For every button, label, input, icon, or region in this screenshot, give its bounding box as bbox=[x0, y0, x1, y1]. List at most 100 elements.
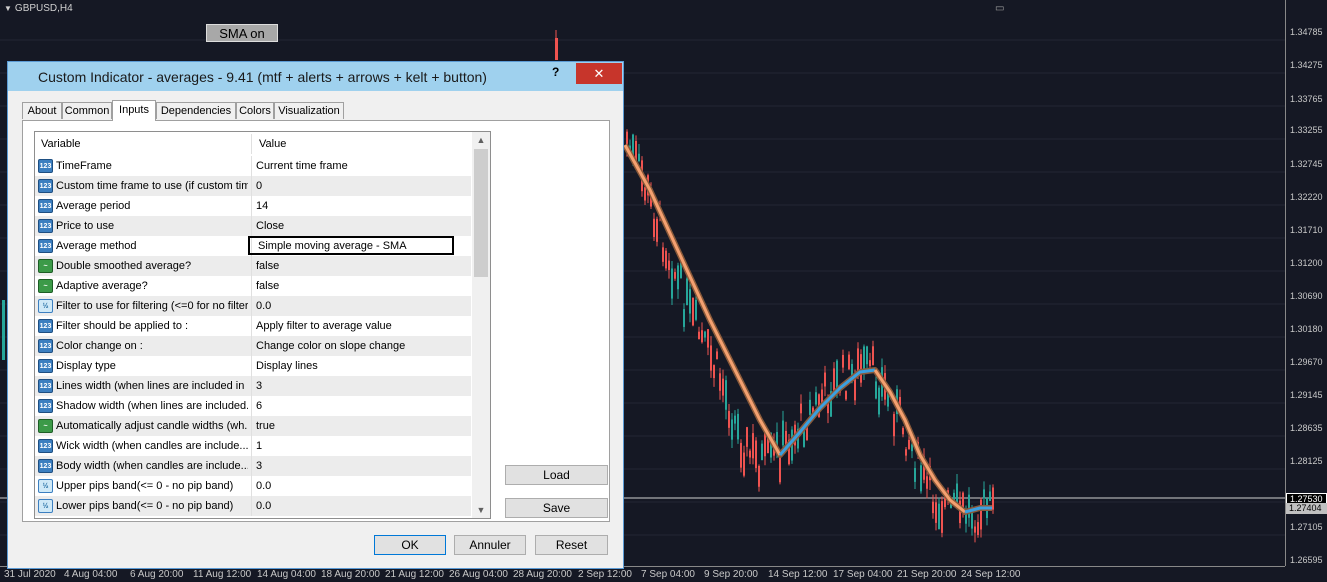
candle-body bbox=[875, 381, 877, 399]
tab-inputs[interactable]: Inputs bbox=[112, 100, 156, 121]
column-separator bbox=[251, 216, 252, 236]
int-type-icon: 123 bbox=[38, 219, 53, 233]
tab-visualization[interactable]: Visualization bbox=[274, 102, 344, 119]
time-tick-label: 21 Sep 20:00 bbox=[897, 569, 957, 580]
variable-name: Color change on : bbox=[56, 340, 143, 352]
input-row[interactable]: 123 Average period 14 bbox=[35, 196, 471, 216]
grid-scrollbar[interactable]: ▲ ▼ bbox=[472, 132, 490, 518]
candle-body bbox=[743, 452, 745, 476]
time-tick-label: 14 Sep 12:00 bbox=[768, 569, 828, 580]
candle-body bbox=[677, 265, 679, 290]
variable-value[interactable]: Display lines bbox=[256, 360, 318, 372]
scroll-up-icon[interactable]: ▲ bbox=[472, 132, 490, 148]
variable-value[interactable]: 0.0 bbox=[256, 480, 271, 492]
variable-value[interactable]: 0.0 bbox=[256, 300, 271, 312]
input-row[interactable]: ½ Upper pips band(<= 0 - no pip band) 0.0 bbox=[35, 476, 471, 496]
candle-body bbox=[845, 391, 847, 400]
int-type-icon: 123 bbox=[38, 399, 53, 413]
variable-value[interactable]: Current time frame bbox=[256, 160, 348, 172]
variable-value[interactable]: true bbox=[256, 420, 275, 432]
variable-name: Upper pips band(<= 0 - no pip band) bbox=[56, 480, 234, 492]
input-row[interactable]: ~ Automatically adjust candle widths (wh.… bbox=[35, 416, 471, 436]
help-icon[interactable]: ? bbox=[552, 65, 559, 79]
variable-value[interactable]: 3 bbox=[256, 380, 262, 392]
input-row[interactable]: ~ Adaptive average? false bbox=[35, 276, 471, 296]
candle-body bbox=[971, 512, 973, 529]
inputs-grid: Variable Value 123 TimeFrame Current time … bbox=[34, 131, 491, 519]
input-row[interactable]: 123 Price to use Close bbox=[35, 216, 471, 236]
reset-button[interactable]: Reset bbox=[535, 535, 608, 555]
candle-body bbox=[746, 427, 748, 447]
column-header-variable[interactable]: Variable bbox=[41, 138, 81, 150]
column-header-value[interactable]: Value bbox=[259, 138, 286, 150]
input-row[interactable]: 123 Filter should be applied to : Apply fi… bbox=[35, 316, 471, 336]
input-row[interactable]: 123 Custom time frame to use (if custom t… bbox=[35, 176, 471, 196]
variable-name: Price to use bbox=[56, 220, 115, 232]
input-row[interactable]: 123 Body width (when candles are include.… bbox=[35, 456, 471, 476]
variable-name: Filter should be applied to : bbox=[56, 320, 189, 332]
variable-value[interactable]: 6 bbox=[256, 400, 262, 412]
int-type-icon: 123 bbox=[38, 439, 53, 453]
candle-body bbox=[2, 300, 5, 360]
candle-body bbox=[725, 380, 727, 410]
candle-body bbox=[989, 491, 991, 501]
input-row[interactable]: 123 Average method Simple moving average -… bbox=[35, 236, 471, 256]
variable-value[interactable]: false bbox=[256, 280, 279, 292]
variable-name: Custom time frame to use (if custom tim.… bbox=[56, 180, 248, 192]
tab-dependencies[interactable]: Dependencies bbox=[156, 102, 236, 119]
cancel-button[interactable]: Annuler bbox=[454, 535, 526, 555]
variable-value[interactable]: Close bbox=[256, 220, 284, 232]
save-button[interactable]: Save bbox=[505, 498, 608, 518]
dialog-titlebar[interactable]: Custom Indicator - averages - 9.41 (mtf … bbox=[8, 62, 623, 91]
input-row[interactable]: 123 Color change on : Change color on slop… bbox=[35, 336, 471, 356]
candle-body bbox=[878, 387, 880, 415]
int-type-icon: 123 bbox=[38, 379, 53, 393]
close-button[interactable]: ✕ bbox=[576, 63, 622, 84]
candle-body bbox=[869, 360, 871, 367]
candle-body bbox=[902, 428, 904, 435]
input-row[interactable]: ½ Lower pips band(<= 0 - no pip band) 0.0 bbox=[35, 496, 471, 516]
tab-common[interactable]: Common bbox=[62, 102, 112, 119]
tab-colors[interactable]: Colors bbox=[236, 102, 274, 119]
input-row[interactable]: 123 Lines width (when lines are included … bbox=[35, 376, 471, 396]
input-row[interactable]: ½ Filter to use for filtering (<=0 for no… bbox=[35, 296, 471, 316]
load-button[interactable]: Load bbox=[505, 465, 608, 485]
time-tick-label: 21 Aug 12:00 bbox=[385, 569, 444, 580]
candle-body bbox=[722, 378, 724, 396]
price-tick-label: 1.31200 bbox=[1290, 258, 1323, 268]
input-row[interactable]: 123 Wick width (when candles are include.… bbox=[35, 436, 471, 456]
price-tick-label: 1.32220 bbox=[1290, 192, 1323, 202]
variable-value[interactable]: 0 bbox=[256, 180, 262, 192]
variable-value[interactable]: false bbox=[256, 260, 279, 272]
sma-toggle-button[interactable]: SMA on bbox=[206, 24, 278, 42]
column-separator bbox=[251, 396, 252, 416]
input-row[interactable]: 123 Shadow width (when lines are included… bbox=[35, 396, 471, 416]
input-row[interactable]: ~ Double smoothed average? false bbox=[35, 256, 471, 276]
variable-value[interactable]: 1 bbox=[256, 440, 262, 452]
candle-body bbox=[941, 501, 943, 533]
scrollbar-thumb[interactable] bbox=[474, 149, 488, 277]
column-separator bbox=[251, 456, 252, 476]
input-row[interactable]: 123 Display type Display lines bbox=[35, 356, 471, 376]
variable-value[interactable]: Change color on slope change bbox=[256, 340, 405, 352]
input-row[interactable]: 123 TimeFrame Current time frame bbox=[35, 156, 471, 176]
column-separator bbox=[251, 134, 252, 154]
price-tick-label: 1.28635 bbox=[1290, 423, 1323, 433]
sma-shadow-line bbox=[622, 143, 992, 515]
price-tick-label: 1.32745 bbox=[1290, 159, 1323, 169]
tab-about[interactable]: About bbox=[22, 102, 62, 119]
candle-body bbox=[905, 449, 907, 456]
variable-value[interactable]: 0.0 bbox=[256, 500, 271, 512]
variable-value[interactable]: 3 bbox=[256, 460, 262, 472]
chart-settings-icon[interactable]: ▭ bbox=[995, 3, 1004, 14]
int-type-icon: 123 bbox=[38, 199, 53, 213]
ok-button[interactable]: OK bbox=[374, 535, 446, 555]
variable-value[interactable]: 14 bbox=[256, 200, 268, 212]
candle-body bbox=[683, 309, 685, 327]
candle-body bbox=[932, 501, 934, 514]
variable-value[interactable]: Apply filter to average value bbox=[256, 320, 392, 332]
scroll-down-icon[interactable]: ▼ bbox=[472, 502, 490, 518]
dbl-type-icon: ½ bbox=[38, 499, 53, 513]
time-tick-label: 18 Aug 20:00 bbox=[321, 569, 380, 580]
selected-value-cell[interactable]: Simple moving average - SMA bbox=[248, 236, 454, 255]
